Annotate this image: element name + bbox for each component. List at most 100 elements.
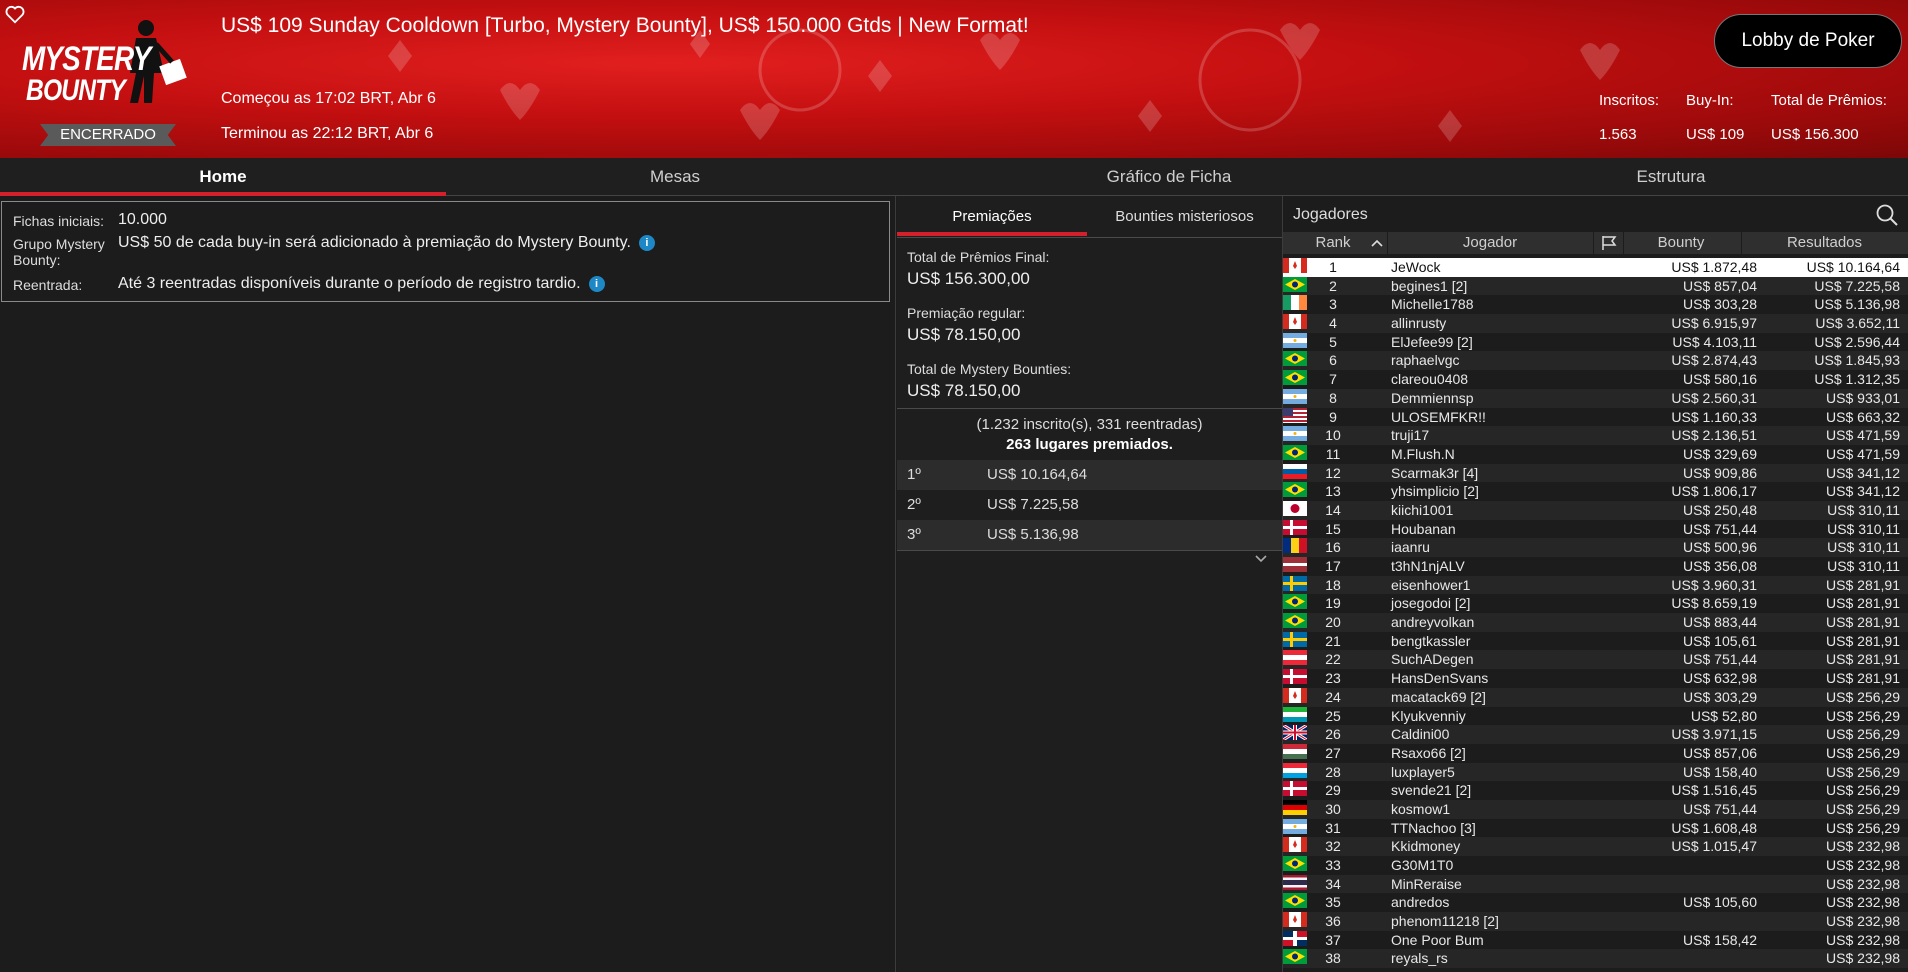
- player-row[interactable]: 30 kosmow1 US$ 751,44 US$ 256,29: [1283, 799, 1908, 819]
- player-row[interactable]: 2 begines1 [2] US$ 857,04 US$ 7.225,58: [1283, 276, 1908, 296]
- player-bounty: US$ 632,98: [1683, 670, 1757, 687]
- player-bounty: US$ 250,48: [1683, 501, 1757, 518]
- tournament-title: US$ 109 Sunday Cooldown [Turbo, Mystery …: [221, 14, 1029, 37]
- tab-mystery-bounties[interactable]: Bounties misteriosos: [1087, 206, 1282, 236]
- column-bounty[interactable]: Bounty: [1623, 232, 1739, 254]
- player-result: US$ 232,98: [1826, 950, 1900, 967]
- player-result: US$ 256,29: [1826, 763, 1900, 780]
- payout-row: 2º US$ 7.225,58: [897, 490, 1282, 520]
- player-result: US$ 2.596,44: [1814, 333, 1900, 350]
- player-result: US$ 232,98: [1826, 857, 1900, 873]
- info-icon[interactable]: i: [638, 235, 655, 251]
- player-row[interactable]: 34 MinReraise US$ 232,98: [1283, 874, 1908, 894]
- player-name: andreyvolkan: [1391, 614, 1475, 631]
- player-rank: 18: [1325, 576, 1341, 593]
- player-bounty: US$ 356,08: [1683, 558, 1757, 574]
- logo-text-mystery: MYSTERY: [22, 40, 151, 78]
- player-row[interactable]: 27 Rsaxo66 [2] US$ 857,06 US$ 256,29: [1283, 743, 1908, 763]
- player-row[interactable]: 36 phenom11218 [2] US$ 232,98: [1283, 912, 1908, 931]
- buyin-value: US$ 109: [1686, 126, 1745, 143]
- player-name: kosmow1: [1391, 800, 1451, 817]
- player-row[interactable]: 31 TTNachoo [3] US$ 1.608,48 US$ 256,29: [1283, 818, 1908, 838]
- player-bounty: US$ 909,86: [1683, 464, 1757, 481]
- player-rank: 33: [1325, 857, 1341, 873]
- player-row[interactable]: 15 Houbanan US$ 751,44 US$ 310,11: [1283, 519, 1908, 539]
- player-row[interactable]: 38 reyals_rs US$ 232,98: [1283, 949, 1908, 969]
- player-row[interactable]: 7 clareou0408 US$ 580,16 US$ 1.312,35: [1283, 370, 1908, 389]
- player-row[interactable]: 10 truji17 US$ 2.136,51 US$ 471,59: [1283, 426, 1908, 445]
- player-row[interactable]: 17 t3hN1njALV US$ 356,08 US$ 310,11: [1283, 557, 1908, 576]
- player-bounty: US$ 1.015,47: [1671, 838, 1757, 855]
- tab-home[interactable]: Home: [0, 158, 446, 196]
- player-result: US$ 7.225,58: [1814, 277, 1900, 294]
- player-row[interactable]: 20 andreyvolkan US$ 883,44 US$ 281,91: [1283, 613, 1908, 632]
- player-row[interactable]: 37 One Poor Bum US$ 158,42 US$ 232,98: [1283, 930, 1908, 950]
- player-row[interactable]: 8 Demmiennsp US$ 2.560,31 US$ 933,01: [1283, 388, 1908, 408]
- column-rank[interactable]: Rank: [1283, 232, 1383, 254]
- player-row[interactable]: 18 eisenhower1 US$ 3.960,31 US$ 281,91: [1283, 575, 1908, 595]
- player-name: SuchADegen: [1391, 651, 1474, 668]
- player-row[interactable]: 23 HansDenSvans US$ 632,98 US$ 281,91: [1283, 669, 1908, 688]
- player-result: US$ 471,59: [1826, 445, 1900, 462]
- player-name: ElJefee99 [2]: [1391, 333, 1473, 350]
- poker-lobby-button[interactable]: Lobby de Poker: [1714, 14, 1902, 68]
- player-row[interactable]: 1 JeWock US$ 1.872,48 US$ 10.164,64: [1283, 258, 1908, 277]
- mystery-group-label-1: Grupo Mystery: [13, 236, 105, 252]
- info-icon[interactable]: i: [588, 276, 605, 292]
- player-row[interactable]: 22 SuchADegen US$ 751,44 US$ 281,91: [1283, 650, 1908, 670]
- flag-icon[interactable]: [1600, 235, 1618, 251]
- player-name: phenom11218 [2]: [1391, 913, 1499, 930]
- chevron-down-icon[interactable]: [1254, 554, 1268, 564]
- player-name: Houbanan: [1391, 520, 1456, 537]
- player-result: US$ 281,91: [1826, 614, 1900, 631]
- player-row[interactable]: 11 M.Flush.N US$ 329,69 US$ 471,59: [1283, 444, 1908, 464]
- players-table-body: 1 JeWock US$ 1.872,48 US$ 10.164,64 2 begines…: [1282, 258, 1908, 969]
- entries-text: (1.232 inscrito(s), 331 reentradas): [976, 416, 1203, 433]
- player-name: luxplayer5: [1391, 763, 1455, 780]
- player-row[interactable]: 6 raphaelvgc US$ 2.874,43 US$ 1.845,93: [1283, 351, 1908, 371]
- player-row[interactable]: 3 Michelle1788 US$ 303,28 US$ 5.136,98: [1283, 295, 1908, 314]
- starting-chips-value: 10.000: [118, 211, 167, 228]
- final-prize-value: US$ 156.300,00: [907, 269, 1030, 288]
- column-player[interactable]: Jogador: [1387, 232, 1593, 254]
- divider: [897, 408, 1282, 409]
- tab-chip-chart[interactable]: Gráfico de Ficha: [904, 158, 1434, 196]
- search-icon[interactable]: [1874, 202, 1900, 228]
- player-rank: 15: [1325, 520, 1341, 537]
- player-row[interactable]: 14 kiichi1001 US$ 250,48 US$ 310,11: [1283, 500, 1908, 520]
- tab-structure[interactable]: Estrutura: [1434, 158, 1908, 196]
- reentry-label: Reentrada:: [13, 277, 83, 293]
- player-rank: 23: [1325, 670, 1341, 687]
- player-bounty: US$ 3.960,31: [1671, 576, 1757, 593]
- tab-tables[interactable]: Mesas: [446, 158, 904, 196]
- player-rank: 6: [1329, 352, 1337, 369]
- player-result: US$ 232,98: [1826, 894, 1900, 911]
- sort-asc-icon[interactable]: [1371, 239, 1383, 247]
- player-row[interactable]: 4 allinrusty US$ 6.915,97 US$ 3.652,11: [1283, 314, 1908, 333]
- player-row[interactable]: 21 bengtkassler US$ 105,61 US$ 281,91: [1283, 631, 1908, 651]
- player-row[interactable]: 26 Caldini00 US$ 3.971,15 US$ 256,29: [1282, 723, 1908, 744]
- player-result: US$ 232,98: [1826, 913, 1900, 930]
- player-row[interactable]: 25 Klyukvenniy US$ 52,80 US$ 256,29: [1283, 706, 1908, 726]
- player-row[interactable]: 28 luxplayer5 US$ 158,40 US$ 256,29: [1283, 762, 1908, 782]
- player-row[interactable]: 32 Kkidmoney US$ 1.015,47 US$ 232,98: [1283, 837, 1908, 856]
- player-bounty: US$ 303,29: [1683, 688, 1757, 705]
- player-row[interactable]: 12 Scarmak3r [4] US$ 909,86 US$ 341,12: [1283, 463, 1908, 483]
- player-rank: 1: [1329, 259, 1337, 275]
- player-row[interactable]: 24 macatack69 [2] US$ 303,29 US$ 256,29: [1283, 687, 1908, 707]
- player-row[interactable]: 9 ULOSEMFKR!! US$ 1.160,33 US$ 663,32: [1283, 407, 1908, 427]
- player-row[interactable]: 29 svende21 [2] US$ 1.516,45 US$ 256,29: [1283, 781, 1908, 800]
- player-row[interactable]: 33 G30M1T0 US$ 232,98: [1283, 856, 1908, 875]
- player-result: US$ 341,12: [1826, 464, 1900, 481]
- player-row[interactable]: 13 yhsimplicio [2] US$ 1.806,17 US$ 341,12: [1283, 482, 1908, 501]
- player-row[interactable]: 16 iaanru US$ 500,96 US$ 310,11: [1283, 538, 1908, 557]
- player-name: MinReraise: [1391, 875, 1462, 892]
- column-results[interactable]: Resultados: [1741, 232, 1908, 254]
- player-row[interactable]: 35 andredos US$ 105,60 US$ 232,98: [1283, 893, 1908, 912]
- total-prize-label: Total de Prêmios:: [1771, 92, 1887, 109]
- player-row[interactable]: 19 josegodoi [2] US$ 8.659,19 US$ 281,91: [1283, 594, 1908, 613]
- end-time: Terminou as 22:12 BRT, Abr 6: [221, 125, 434, 142]
- player-rank: 11: [1325, 445, 1341, 462]
- tab-prizes[interactable]: Premiações: [897, 206, 1087, 236]
- player-row[interactable]: 5 ElJefee99 [2] US$ 4.103,11 US$ 2.596,44: [1283, 332, 1908, 352]
